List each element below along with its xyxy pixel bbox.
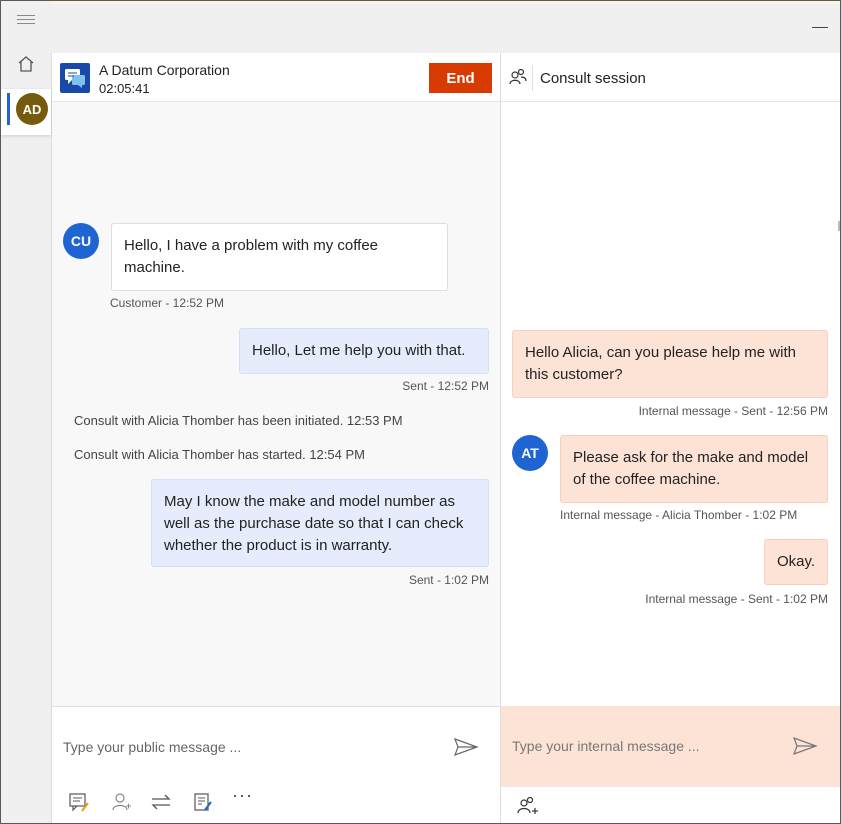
- send-icon[interactable]: [453, 737, 479, 762]
- internal-message-composer[interactable]: Type your internal message ...: [501, 706, 840, 786]
- consultant-avatar: AT: [512, 435, 548, 471]
- consult-header: Consult session: [501, 53, 840, 102]
- session-tab[interactable]: AD: [1, 89, 51, 135]
- public-message-composer[interactable]: Type your public message ... ···: [52, 706, 500, 823]
- customer-avatar: CU: [63, 223, 99, 259]
- consult-title: Consult session: [540, 70, 646, 87]
- send-icon[interactable]: [792, 736, 818, 761]
- internal-message-input[interactable]: Type your internal message ...: [512, 738, 700, 754]
- message-list: CU Hello, I have a problem with my coffe…: [52, 102, 500, 706]
- system-message: Consult with Alicia Thomber has started.…: [74, 447, 365, 462]
- customer-message: Hello, I have a problem with my coffee m…: [111, 223, 448, 291]
- notes-icon[interactable]: [192, 791, 214, 818]
- consultant-message: Please ask for the make and model of the…: [560, 435, 828, 503]
- consult-pane: Consult session Hello Alicia, can you pl…: [501, 53, 840, 823]
- quick-replies-icon[interactable]: [68, 791, 90, 818]
- consult-participants-icon: [509, 68, 527, 91]
- left-rail: AD: [1, 1, 52, 823]
- minimize-button[interactable]: [812, 27, 828, 28]
- consult-toolbar: [501, 786, 840, 823]
- header-separator: [532, 65, 533, 91]
- session-timer: 02:05:41: [99, 81, 150, 96]
- more-icon[interactable]: ···: [232, 785, 253, 806]
- internal-message: Hello Alicia, can you please help me wit…: [512, 330, 828, 398]
- avatar: AD: [16, 93, 48, 125]
- consult-icon[interactable]: [110, 791, 132, 818]
- home-icon[interactable]: [16, 54, 36, 79]
- active-indicator: [7, 93, 10, 125]
- scrollbar-thumb[interactable]: [838, 221, 840, 231]
- title-bar: [51, 1, 840, 54]
- message-meta: Internal message - Sent - 1:02 PM: [645, 592, 828, 606]
- add-participant-icon[interactable]: [517, 795, 539, 822]
- end-button[interactable]: End: [429, 63, 492, 93]
- message-meta: Internal message - Alicia Thomber - 1:02…: [560, 508, 798, 522]
- system-message: Consult with Alicia Thomber has been ini…: [74, 413, 403, 428]
- agent-message: May I know the make and model number as …: [151, 479, 489, 567]
- public-message-input[interactable]: Type your public message ...: [63, 739, 241, 755]
- message-meta: Customer - 12:52 PM: [110, 296, 225, 310]
- message-meta: Sent - 12:52 PM: [402, 379, 489, 393]
- session-title: A Datum Corporation: [99, 62, 230, 78]
- agent-message: Hello, Let me help you with that.: [239, 328, 489, 374]
- menu-icon[interactable]: [17, 15, 35, 27]
- message-meta: Internal message - Sent - 12:56 PM: [638, 404, 828, 418]
- message-meta: Sent - 1:02 PM: [408, 573, 489, 587]
- conversation-pane: A Datum Corporation 02:05:41 End CU Hell…: [52, 53, 500, 823]
- chat-channel-icon: [60, 63, 90, 93]
- transfer-icon[interactable]: [150, 791, 172, 818]
- internal-message: Okay.: [764, 539, 828, 585]
- session-header: A Datum Corporation 02:05:41 End: [52, 53, 500, 102]
- top-accent: [51, 1, 840, 4]
- app-window: AD A Datum Corporation 02:05:41 End CU H…: [0, 0, 841, 824]
